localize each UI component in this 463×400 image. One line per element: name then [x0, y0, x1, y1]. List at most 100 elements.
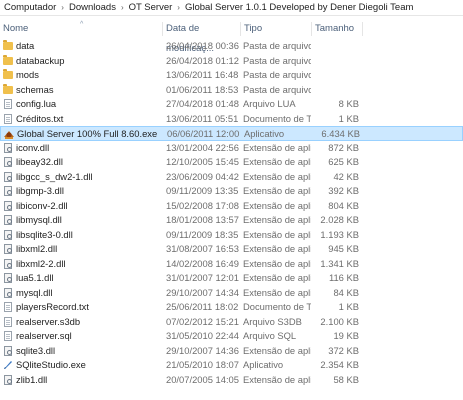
- breadcrumb-separator-icon[interactable]: ›: [121, 3, 124, 12]
- file-name: Global Server 100% Full 8.60.exe: [17, 128, 158, 139]
- file-date: 26/04/2018 00:36: [166, 40, 239, 51]
- file-row[interactable]: libiconv-2.dll 15/02/2008 17:08 Extensão d…: [0, 199, 463, 214]
- file-date: 27/04/2018 01:48: [166, 98, 239, 109]
- file-type: Extensão de aplica...: [243, 156, 311, 167]
- file-name: databackup: [16, 54, 65, 66]
- sql-file-icon: [4, 331, 12, 341]
- breadcrumb-item[interactable]: Computador: [4, 2, 56, 13]
- file-name: mysql.dll: [16, 286, 53, 298]
- file-row[interactable]: libeay32.dll 12/10/2005 15:45 Extensão de …: [0, 155, 463, 170]
- file-size: 804 KB: [328, 199, 359, 211]
- file-type: Pasta de arquivos: [243, 40, 311, 51]
- breadcrumb-separator-icon[interactable]: ›: [61, 3, 64, 12]
- file-row[interactable]: libgcc_s_dw2-1.dll 23/06/2009 04:42 Extens…: [0, 170, 463, 185]
- file-type: Extensão de aplica...: [243, 214, 311, 225]
- file-date: 18/01/2008 13:57: [166, 214, 239, 225]
- column-header-date[interactable]: Data de modificaç...: [163, 19, 240, 54]
- file-type: Documento de Tex...: [243, 301, 311, 312]
- dll-icon: [4, 186, 12, 196]
- breadcrumb-item[interactable]: Global Server 1.0.1 Developed by Dener D…: [185, 2, 413, 13]
- file-row[interactable]: data 26/04/2018 00:36 Pasta de arquivos: [0, 39, 463, 54]
- column-header-size[interactable]: Tamanho: [312, 19, 362, 39]
- file-row[interactable]: libgmp-3.dll 09/11/2009 13:35 Extensão de …: [0, 184, 463, 199]
- file-name: libeay32.dll: [16, 156, 63, 167]
- file-row[interactable]: Créditos.txt 13/06/2011 05:51 Documento de…: [0, 112, 463, 127]
- dll-icon: [4, 258, 12, 269]
- dll-icon: [4, 171, 12, 182]
- file-row[interactable]: zlib1.dll 20/07/2005 14:05 Extensão de apl…: [0, 373, 463, 388]
- file-row[interactable]: mods 13/06/2011 16:48 Pasta de arquivos: [0, 68, 463, 83]
- column-header-name[interactable]: Nome: [0, 19, 160, 39]
- file-date: 15/02/2008 17:08: [166, 199, 239, 211]
- file-row[interactable]: libxml2-2.dll 14/02/2008 16:49 Extensão de…: [0, 257, 463, 272]
- file-size: 372 KB: [328, 344, 359, 356]
- column-divider[interactable]: [362, 22, 363, 36]
- file-type: Arquivo S3DB: [243, 315, 302, 327]
- file-size: [312, 83, 359, 98]
- column-header-type[interactable]: Tipo: [241, 19, 311, 39]
- file-size: 1.341 KB: [320, 257, 359, 269]
- dll-icon: [4, 215, 12, 225]
- file-row[interactable]: schemas 01/06/2011 18:53 Pasta de arquivos: [0, 83, 463, 98]
- file-date: 09/11/2009 13:35: [166, 185, 239, 196]
- file-row[interactable]: libxml2.dll 31/08/2007 16:53 Extensão de a…: [0, 242, 463, 257]
- file-size: [312, 68, 359, 83]
- file-row[interactable]: databackup 26/04/2018 01:12 Pasta de arqui…: [0, 54, 463, 69]
- file-date: 31/01/2007 12:01: [166, 272, 239, 283]
- file-type: Extensão de aplica...: [243, 272, 311, 283]
- dll-icon: [4, 374, 12, 385]
- file-row[interactable]: libsqlite3-0.dll 09/11/2009 18:35 Extensão…: [0, 228, 463, 243]
- file-name: lua5.1.dll: [16, 272, 54, 283]
- dll-icon: [4, 244, 12, 254]
- breadcrumb-item[interactable]: OT Server: [129, 2, 173, 13]
- file-type: Extensão de aplica...: [243, 199, 311, 211]
- file-row[interactable]: iconv.dll 13/01/2004 22:56 Extensão de apl…: [0, 141, 463, 156]
- file-name: libsqlite3-0.dll: [16, 228, 73, 240]
- file-row[interactable]: mysql.dll 29/10/2007 14:34 Extensão de apl…: [0, 286, 463, 301]
- file-type: Extensão de aplica...: [243, 243, 311, 254]
- file-date: 29/10/2007 14:36: [166, 344, 239, 356]
- file-date: 31/08/2007 16:53: [166, 243, 239, 254]
- file-size: 392 KB: [328, 185, 359, 196]
- file-date: 09/11/2009 18:35: [166, 228, 239, 240]
- breadcrumb-separator-icon[interactable]: ›: [177, 3, 180, 12]
- file-name: SQliteStudio.exe: [16, 359, 86, 370]
- file-size: [312, 39, 359, 54]
- file-name: libxml2.dll: [16, 243, 58, 254]
- text-file-icon: [4, 302, 12, 312]
- file-name: libiconv-2.dll: [16, 199, 68, 211]
- file-row[interactable]: SQliteStudio.exe 21/05/2010 18:07 Aplicati…: [0, 358, 463, 373]
- exe-icon: [3, 129, 15, 140]
- file-date: 14/02/2008 16:49: [166, 257, 239, 269]
- file-size: 2.100 KB: [320, 315, 359, 327]
- file-row[interactable]: lua5.1.dll 31/01/2007 12:01 Extensão de ap…: [0, 271, 463, 286]
- file-type: Extensão de aplica...: [243, 286, 311, 298]
- file-row[interactable]: Global Server 100% Full 8.60.exe 06/06/20…: [0, 126, 463, 141]
- text-file-icon: [4, 113, 12, 124]
- file-row[interactable]: realserver.sql 31/05/2010 22:44 Arquivo SQ…: [0, 329, 463, 344]
- file-name: zlib1.dll: [16, 373, 48, 385]
- breadcrumb-item[interactable]: Downloads: [69, 2, 116, 13]
- file-name: realserver.sql: [16, 330, 72, 341]
- file-size: [312, 54, 359, 69]
- file-type: Extensão de aplica...: [243, 228, 311, 240]
- file-date: 01/06/2011 18:53: [166, 83, 239, 95]
- s3db-file-icon: [4, 316, 12, 327]
- file-size: 84 KB: [333, 286, 359, 298]
- folder-icon: [3, 69, 13, 79]
- file-row[interactable]: playersRecord.txt 25/06/2011 18:02 Documen…: [0, 300, 463, 315]
- dll-icon: [4, 287, 12, 298]
- dll-icon: [4, 273, 12, 283]
- file-size: 2.028 KB: [320, 214, 359, 225]
- file-type: Pasta de arquivos: [243, 54, 311, 66]
- file-type: Pasta de arquivos: [243, 83, 311, 95]
- file-row[interactable]: libmysql.dll 18/01/2008 13:57 Extensão de …: [0, 213, 463, 228]
- dll-icon: [4, 200, 12, 211]
- file-row[interactable]: sqlite3.dll 29/10/2007 14:36 Extensão de a…: [0, 344, 463, 359]
- file-date: 20/07/2005 14:05: [166, 373, 239, 385]
- file-row[interactable]: config.lua 27/04/2018 01:48 Arquivo LUA 8 K…: [0, 97, 463, 112]
- file-type: Extensão de aplica...: [243, 141, 311, 153]
- file-name: realserver.s3db: [16, 315, 81, 327]
- file-name: iconv.dll: [16, 141, 50, 153]
- file-row[interactable]: realserver.s3db 07/02/2012 15:21 Arquivo S…: [0, 315, 463, 330]
